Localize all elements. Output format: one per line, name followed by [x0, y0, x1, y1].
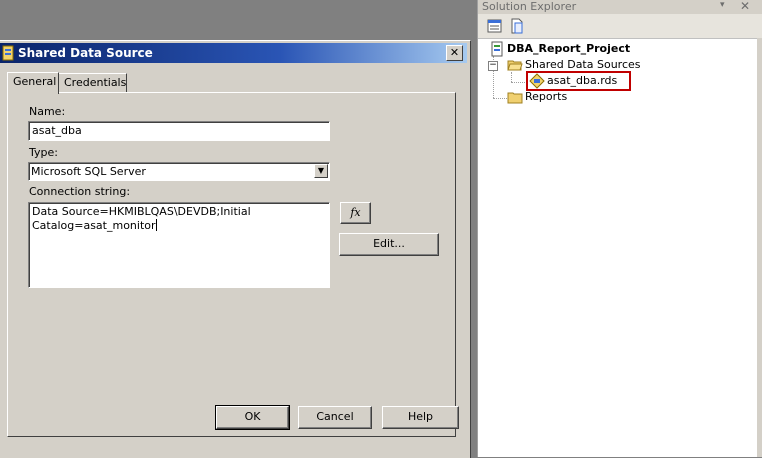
connection-string-value: Data Source=HKMIBLQAS\DEVDB;Initial Cata… [32, 205, 251, 232]
tree-node-project[interactable]: DBA_Report_Project [489, 41, 689, 57]
expression-button[interactable]: fx [340, 202, 371, 224]
tree-connector [511, 72, 512, 82]
right-edge-frame [757, 38, 762, 457]
data-source-icon [1, 45, 15, 61]
tab-general-label: General [13, 75, 57, 88]
project-name: DBA_Report_Project [507, 42, 631, 55]
tree-node-reports[interactable]: Reports [507, 89, 707, 105]
name-label: Name: [29, 105, 66, 118]
tree-connector [511, 82, 525, 83]
help-button[interactable]: Help [382, 406, 459, 429]
folder-open-icon [507, 57, 523, 73]
text-caret [155, 219, 157, 231]
reports-label: Reports [525, 90, 568, 103]
chevron-down-icon[interactable]: ▼ [314, 164, 328, 178]
edit-button[interactable]: Edit... [339, 233, 439, 256]
properties-icon[interactable] [486, 17, 504, 35]
solution-explorer-title: Solution Explorer [482, 0, 577, 13]
tab-credentials-label: Credentials [64, 76, 127, 89]
shared-data-sources-label: Shared Data Sources [525, 58, 641, 71]
type-label: Type: [29, 146, 58, 159]
close-icon[interactable]: ✕ [446, 45, 463, 61]
collapse-icon[interactable]: − [488, 61, 498, 71]
tab-general[interactable]: General [7, 72, 59, 94]
solution-explorer-header: Solution Explorer ▾ ✕ [478, 0, 762, 14]
cancel-button[interactable]: Cancel [298, 406, 372, 429]
solution-explorer-panel: Solution Explorer ▾ ✕ DBA_Report_Project… [477, 0, 762, 457]
fx-icon: fx [350, 206, 361, 219]
type-select-value: Microsoft SQL Server [31, 165, 146, 178]
name-input[interactable]: asat_dba [28, 121, 330, 141]
connection-string-label: Connection string: [29, 185, 131, 198]
solution-explorer-toolbar [478, 14, 762, 39]
dropdown-icon[interactable]: ▾ [720, 0, 725, 10]
tab-credentials[interactable]: Credentials [58, 73, 127, 93]
data-source-file-icon [529, 73, 545, 89]
folder-icon [507, 89, 523, 105]
close-icon[interactable]: ✕ [740, 0, 750, 13]
data-source-file-label: asat_dba.rds [547, 74, 618, 87]
type-select[interactable]: Microsoft SQL Server ▼ [28, 162, 330, 181]
tree-connector [493, 98, 507, 99]
dialog-title: Shared Data Source [18, 46, 153, 60]
dialog-title-bar[interactable]: Shared Data Source ✕ [0, 43, 467, 63]
show-all-files-icon[interactable] [508, 17, 526, 35]
ok-button[interactable]: OK [215, 405, 290, 430]
shared-data-source-dialog: Shared Data Source ✕ General Credentials… [0, 40, 471, 458]
project-icon [489, 41, 505, 57]
connection-string-textarea[interactable]: Data Source=HKMIBLQAS\DEVDB;Initial Cata… [28, 202, 330, 288]
tree-node-data-source-file[interactable]: asat_dba.rds [529, 73, 629, 89]
